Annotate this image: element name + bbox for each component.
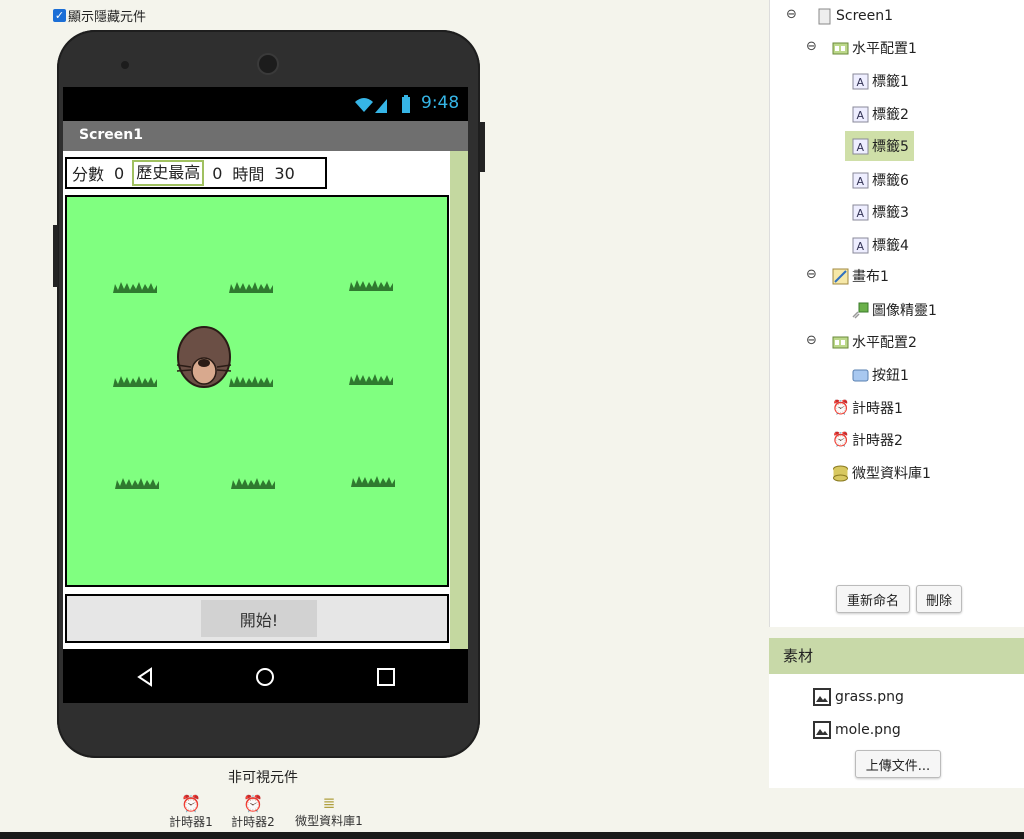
status-time: 9:48 xyxy=(421,93,460,113)
canvas[interactable] xyxy=(65,195,449,587)
screen-icon xyxy=(818,8,831,24)
show-hidden-label: 顯示隱藏元件 xyxy=(68,10,147,25)
button-icon xyxy=(852,369,869,381)
svg-text:A: A xyxy=(857,76,865,89)
label-5[interactable]: 歷史最高 xyxy=(132,160,205,186)
svg-text:A: A xyxy=(857,109,865,122)
label-2[interactable]: 0 xyxy=(109,164,129,183)
clock-icon: ⏰ xyxy=(181,794,201,813)
tree-item-image-sprite-1[interactable]: 圖像精靈1 xyxy=(852,298,937,322)
upload-file-button[interactable]: 上傳文件... xyxy=(855,750,941,778)
phone-camera-icon xyxy=(259,55,277,73)
assets-header: 素材 xyxy=(769,638,1024,674)
nonvisible-timer-1[interactable]: ⏰ 計時器1 xyxy=(166,794,216,830)
tree-item-timer-2[interactable]: ⏰ 計時器2 xyxy=(832,428,903,452)
nonvisible-title: 非可視元件 xyxy=(228,770,298,786)
label-icon: A xyxy=(852,106,869,122)
tree-item-label-1[interactable]: A 標籤1 xyxy=(852,69,909,93)
components-panel: ⊖ Screen1 ⊖ 水平配置1 A 標籤1 A 標籤2 A 標籤5 A 標籤… xyxy=(769,0,1024,627)
svg-text:A: A xyxy=(857,175,865,188)
grass-image xyxy=(229,282,273,293)
rename-button[interactable]: 重新命名 xyxy=(836,585,910,613)
grass-image xyxy=(113,282,157,293)
grass-image xyxy=(113,376,157,387)
collapse-icon[interactable]: ⊖ xyxy=(806,39,817,54)
tree-item-label-3[interactable]: A 標籤3 xyxy=(852,200,909,224)
grass-image xyxy=(349,280,393,291)
nav-bar xyxy=(63,649,468,703)
clock-icon: ⏰ xyxy=(832,431,850,448)
tree-item-label-6[interactable]: A 標籤6 xyxy=(852,168,909,192)
tree-item-timer-1[interactable]: ⏰ 計時器1 xyxy=(832,396,903,420)
scroll-strip xyxy=(450,151,468,649)
bottom-bar xyxy=(0,832,1024,839)
battery-icon xyxy=(402,95,410,113)
grass-image xyxy=(231,478,275,489)
collapse-icon[interactable]: ⊖ xyxy=(806,333,817,348)
svg-text:A: A xyxy=(857,141,865,154)
horizontal-arrangement-icon xyxy=(832,336,849,348)
phone-sensor-icon xyxy=(121,61,129,69)
tree-item-button-1[interactable]: 按鈕1 xyxy=(852,363,909,387)
phone-side-button xyxy=(53,225,58,287)
label-icon: A xyxy=(852,73,869,89)
delete-button[interactable]: 刪除 xyxy=(916,585,962,613)
horizontal-arrangement-icon xyxy=(832,42,849,54)
home-icon[interactable] xyxy=(255,667,275,687)
tree-item-label-4[interactable]: A 標籤4 xyxy=(852,233,909,257)
nonvisible-tinydb[interactable]: ≣ 微型資料庫1 xyxy=(290,794,368,829)
label-icon: A xyxy=(852,237,869,253)
clock-icon: ⏰ xyxy=(243,794,263,813)
start-button[interactable]: 開始! xyxy=(201,600,317,637)
label-1[interactable]: 分數 xyxy=(67,161,109,185)
tree-item-label-2[interactable]: A 標籤2 xyxy=(852,102,909,126)
screen-title: Screen1 xyxy=(63,121,468,151)
grass-image xyxy=(115,478,159,489)
canvas-icon xyxy=(832,268,849,284)
collapse-icon[interactable]: ⊖ xyxy=(806,267,817,282)
asset-grass[interactable]: grass.png xyxy=(813,688,904,706)
assets-panel: grass.png mole.png 上傳文件... xyxy=(769,674,1024,788)
horizontal-arrangement-1[interactable]: 分數 0 歷史最高 0 時間 30 xyxy=(65,157,327,189)
checkbox-checked-icon[interactable]: ✓ xyxy=(53,9,66,22)
horizontal-arrangement-2[interactable]: 開始! xyxy=(65,594,449,643)
recents-icon[interactable] xyxy=(376,667,396,687)
status-bar: 9:48 xyxy=(63,87,468,121)
tree-item-horizontal-arrangement-2[interactable]: 水平配置2 xyxy=(832,330,917,354)
label-6[interactable]: 0 xyxy=(207,164,227,183)
tree-item-horizontal-arrangement-1[interactable]: 水平配置1 xyxy=(832,36,917,60)
clock-icon: ⏰ xyxy=(832,399,850,416)
database-icon: ≣ xyxy=(322,794,336,812)
label-icon: A xyxy=(852,204,869,220)
image-sprite-icon xyxy=(852,302,869,319)
mole-sprite[interactable] xyxy=(173,323,235,389)
svg-text:A: A xyxy=(857,240,865,253)
tree-item-screen1[interactable]: Screen1 xyxy=(816,4,893,28)
tree-item-canvas-1[interactable]: 畫布1 xyxy=(832,264,889,288)
asset-mole[interactable]: mole.png xyxy=(813,721,901,739)
grass-image xyxy=(351,476,395,487)
tree-item-label-5[interactable]: A 標籤5 xyxy=(845,131,914,161)
phone-screen: 9:48 Screen1 分數 0 歷史最高 0 時間 30 開始! xyxy=(63,87,468,703)
back-icon[interactable] xyxy=(135,667,155,687)
grass-image xyxy=(229,376,273,387)
collapse-icon[interactable]: ⊖ xyxy=(786,7,797,22)
label-3[interactable]: 時間 xyxy=(227,161,269,185)
svg-text:A: A xyxy=(857,207,865,220)
tree-item-tinydb-1[interactable]: 微型資料庫1 xyxy=(832,461,931,485)
nonvisible-timer-2[interactable]: ⏰ 計時器2 xyxy=(228,794,278,830)
wifi-signal-icon xyxy=(355,98,387,113)
image-file-icon xyxy=(813,688,831,706)
label-icon: A xyxy=(852,172,869,188)
database-icon xyxy=(833,465,848,481)
phone-power-button xyxy=(480,122,485,172)
label-icon: A xyxy=(852,138,869,154)
show-hidden-components[interactable]: ✓ 顯示隱藏元件 xyxy=(53,6,146,25)
label-4[interactable]: 30 xyxy=(269,164,299,183)
image-file-icon xyxy=(813,721,831,739)
grass-image xyxy=(349,374,393,385)
